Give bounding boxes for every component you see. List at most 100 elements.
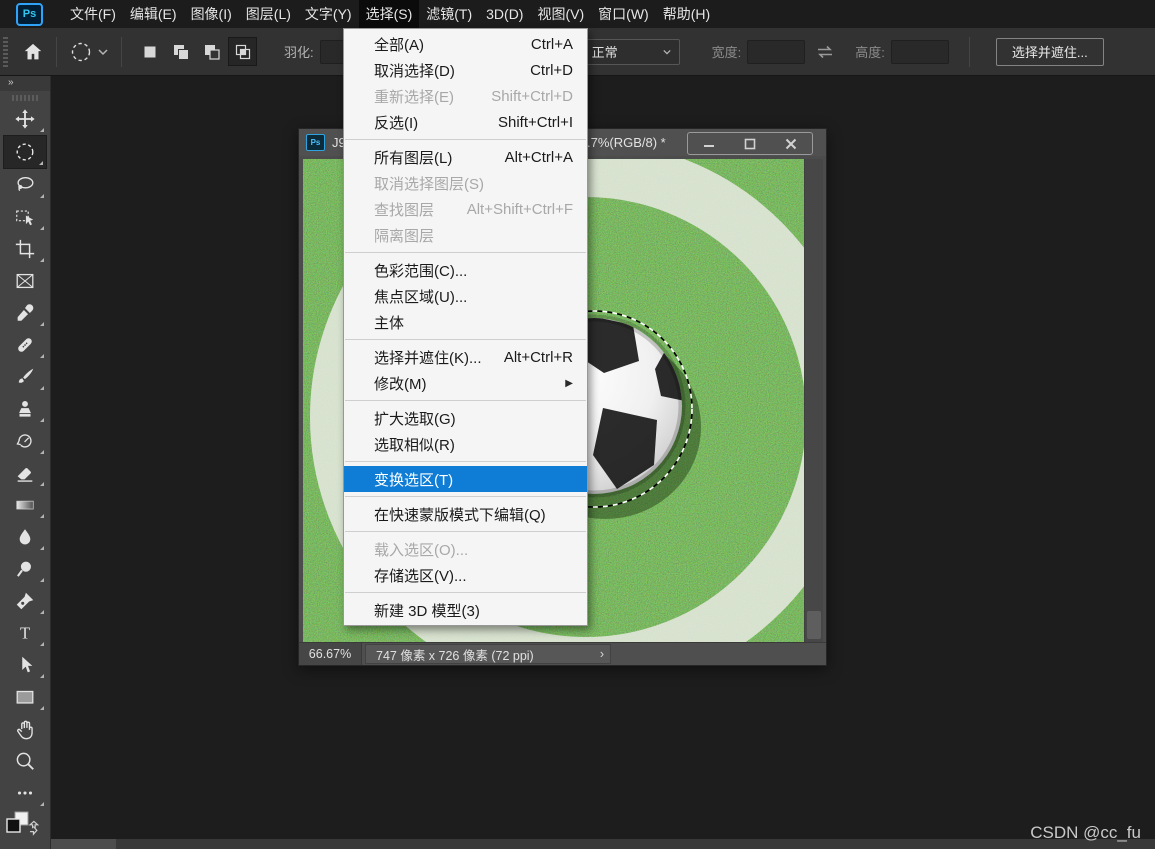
type-tool[interactable]: T — [3, 617, 47, 649]
scrollbar-thumb[interactable] — [50, 839, 116, 849]
menu-image[interactable]: 图像(I) — [184, 0, 239, 28]
document-info[interactable]: 747 像素 x 726 像素 (72 ppi) › — [365, 644, 611, 664]
object-selection-tool[interactable] — [3, 201, 47, 233]
menu-separator — [345, 139, 586, 140]
history-brush-tool[interactable] — [3, 425, 47, 457]
menu-3d[interactable]: 3D(D) — [479, 0, 530, 28]
menu-item-all-layers[interactable]: 所有图层(L) Alt+Ctrl+A — [344, 144, 587, 170]
toolbar-grip[interactable] — [12, 95, 38, 101]
hand-icon — [17, 720, 33, 740]
move-tool[interactable] — [3, 103, 47, 135]
select-and-mask-button[interactable]: 选择并遮住... — [995, 37, 1104, 66]
height-label: 高度: — [855, 45, 885, 60]
menu-item-deselect[interactable]: 取消选择(D) Ctrl+D — [344, 57, 587, 83]
vertical-scrollbar[interactable] — [804, 159, 823, 642]
menu-item-inverse[interactable]: 反选(I) Shift+Ctrl+I — [344, 109, 587, 135]
selection-mode-subtract[interactable] — [197, 37, 226, 66]
scrollbar-thumb[interactable] — [807, 611, 821, 639]
menu-select[interactable]: 选择(S) — [358, 0, 420, 28]
close-icon — [786, 138, 797, 149]
minimize-button[interactable] — [688, 133, 729, 154]
menu-item-load-selection: 载入选区(O)... — [374, 541, 469, 559]
object-selection-icon — [16, 210, 34, 226]
elliptical-marquee-tool[interactable] — [3, 135, 47, 169]
healing-brush-icon — [18, 338, 32, 352]
new-selection-icon — [144, 46, 155, 57]
add-selection-icon — [173, 44, 189, 60]
color-swatches[interactable] — [0, 808, 50, 844]
maximize-icon — [744, 138, 756, 149]
blur-tool[interactable] — [3, 521, 47, 553]
menu-item-new-3d-model[interactable]: 新建 3D 模型(3) — [344, 597, 587, 623]
menu-item-reselect: 重新选择(E) Shift+Ctrl+D — [374, 87, 573, 106]
menu-filter[interactable]: 滤镜(T) — [419, 0, 479, 28]
hand-tool[interactable] — [3, 713, 47, 745]
menu-file[interactable]: 文件(F) — [63, 0, 123, 28]
crop-icon — [15, 239, 35, 259]
edit-toolbar-tool[interactable] — [3, 777, 47, 809]
rectangle-tool[interactable] — [3, 681, 47, 713]
close-button[interactable] — [771, 133, 812, 154]
width-input — [747, 39, 806, 64]
clone-stamp-tool[interactable] — [3, 393, 47, 425]
tool-preset-chevron[interactable] — [97, 47, 109, 57]
options-separator — [56, 36, 57, 67]
menu-edit[interactable]: 编辑(E) — [123, 0, 184, 28]
dodge-icon — [17, 561, 31, 577]
feather-label: 羽化: — [284, 45, 314, 60]
menu-view[interactable]: 视图(V) — [530, 0, 591, 28]
height-input — [890, 39, 949, 64]
dodge-tool[interactable] — [3, 553, 47, 585]
gradient-tool[interactable] — [3, 489, 47, 521]
style-select-value: 正常 — [591, 45, 618, 60]
options-grip — [3, 36, 8, 67]
zoom-tool[interactable] — [3, 745, 47, 777]
menu-item-grow[interactable]: 扩大选取(G) — [344, 405, 587, 431]
lasso-tool[interactable] — [3, 169, 47, 201]
eraser-tool[interactable] — [3, 457, 47, 489]
menu-item-quick-mask[interactable]: 在快速蒙版模式下编辑(Q) — [344, 501, 587, 527]
toolbar-collapse[interactable]: » — [0, 75, 50, 91]
style-select[interactable]: 正常 — [583, 38, 680, 65]
home-button[interactable] — [22, 41, 44, 63]
eyedropper-tool[interactable] — [3, 297, 47, 329]
menu-item-similar[interactable]: 选取相似(R) — [344, 431, 587, 457]
menu-item-modify[interactable]: 修改(M) ▶ — [344, 370, 587, 396]
spot-healing-brush-tool[interactable] — [3, 329, 47, 361]
menu-help[interactable]: 帮助(H) — [656, 0, 717, 28]
bottom-scrollbar-strip[interactable] — [50, 839, 1155, 849]
menu-window[interactable]: 窗口(W) — [591, 0, 656, 28]
menu-separator — [345, 400, 586, 401]
menu-item-subject[interactable]: 主体 — [344, 309, 587, 335]
elliptical-marquee-icon — [16, 143, 34, 161]
crop-tool[interactable] — [3, 233, 47, 265]
status-expander-icon[interactable]: › — [600, 647, 604, 661]
menu-item-color-range[interactable]: 色彩范围(C)... — [344, 257, 587, 283]
chevron-down-icon — [663, 49, 671, 54]
path-selection-tool[interactable] — [3, 649, 47, 681]
menu-item-select-all[interactable]: 全部(A) Ctrl+A — [344, 31, 587, 57]
selection-mode-new[interactable] — [135, 37, 164, 66]
selection-mode-intersect[interactable] — [228, 37, 257, 66]
brush-tool[interactable] — [3, 361, 47, 393]
zoom-level-field[interactable]: 66.67% — [299, 643, 362, 665]
blur-drop-icon — [19, 529, 31, 545]
swap-dimensions-button[interactable] — [815, 43, 835, 61]
pen-tool[interactable] — [3, 585, 47, 617]
intersect-selection-icon — [235, 44, 250, 59]
menu-separator — [345, 461, 586, 462]
chevron-down-icon — [98, 48, 108, 55]
menu-item-save-selection[interactable]: 存储选区(V)... — [344, 562, 587, 588]
menu-item-select-and-mask[interactable]: 选择并遮住(K)... Alt+Ctrl+R — [344, 344, 587, 370]
menu-item-focus-area[interactable]: 焦点区域(U)... — [344, 283, 587, 309]
menu-layer[interactable]: 图层(L) — [239, 0, 298, 28]
menu-item-transform-selection[interactable]: 变换选区(T) — [344, 466, 587, 492]
tool-preset-ellipse[interactable] — [69, 40, 93, 64]
selection-mode-add[interactable] — [166, 37, 195, 66]
psd-file-icon: Ps — [306, 134, 325, 151]
options-separator — [121, 36, 122, 67]
menu-separator — [345, 592, 586, 593]
menu-type[interactable]: 文字(Y) — [298, 0, 359, 28]
maximize-button[interactable] — [729, 133, 770, 154]
frame-tool[interactable] — [3, 265, 47, 297]
